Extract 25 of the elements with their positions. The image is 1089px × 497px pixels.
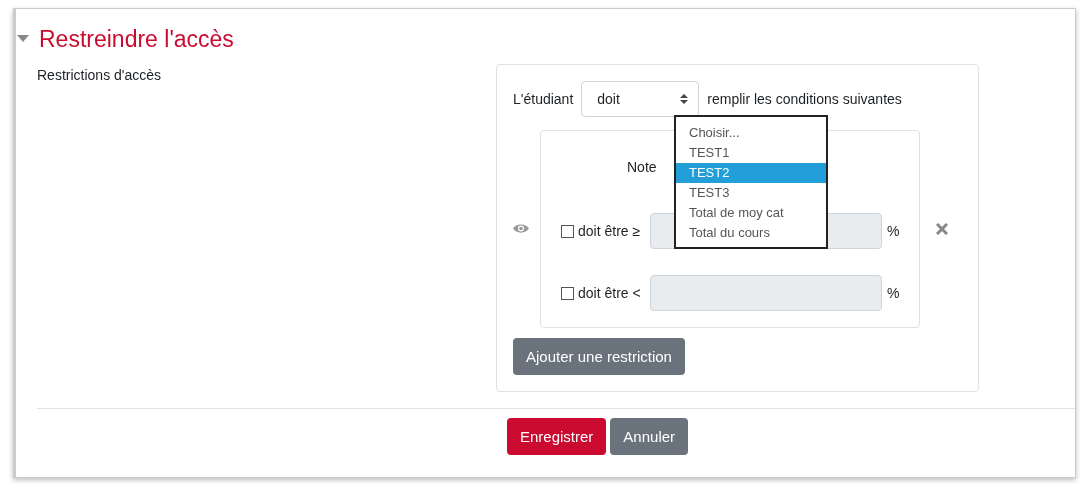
rule-prefix: L'étudiant (513, 91, 574, 107)
close-icon[interactable] (936, 223, 948, 235)
condition-label: Note (627, 159, 657, 175)
checkbox[interactable] (561, 286, 574, 300)
checkbox[interactable] (561, 224, 574, 238)
dropdown-option[interactable]: TEST3 (676, 183, 826, 203)
unit-label: % (887, 285, 900, 301)
rule-suffix: remplir les conditions suivantes (707, 91, 902, 107)
dropdown-option[interactable]: Total du cours (676, 223, 826, 243)
save-button[interactable]: Enregistrer (507, 418, 607, 455)
sort-arrows-icon (680, 93, 689, 105)
collapse-icon[interactable] (17, 35, 29, 43)
section-title: Restreindre l'accès (39, 25, 234, 53)
percent-field[interactable] (650, 275, 882, 311)
field-label: Restrictions d'accès (37, 67, 162, 83)
dropdown-option[interactable]: Choisir... (676, 123, 826, 143)
unit-label: % (887, 223, 900, 239)
mode-select[interactable]: doit (581, 81, 700, 117)
dropdown-option[interactable]: Total de moy cat (676, 203, 826, 223)
checkbox-label: doit être ≥ (578, 223, 642, 239)
eye-icon[interactable] (513, 223, 529, 234)
cancel-button[interactable]: Annuler (610, 418, 689, 455)
add-restriction-button[interactable]: Ajouter une restriction (513, 338, 685, 375)
checkbox-label: doit être < (578, 285, 642, 301)
dropdown-option[interactable]: TEST1 (676, 143, 826, 163)
